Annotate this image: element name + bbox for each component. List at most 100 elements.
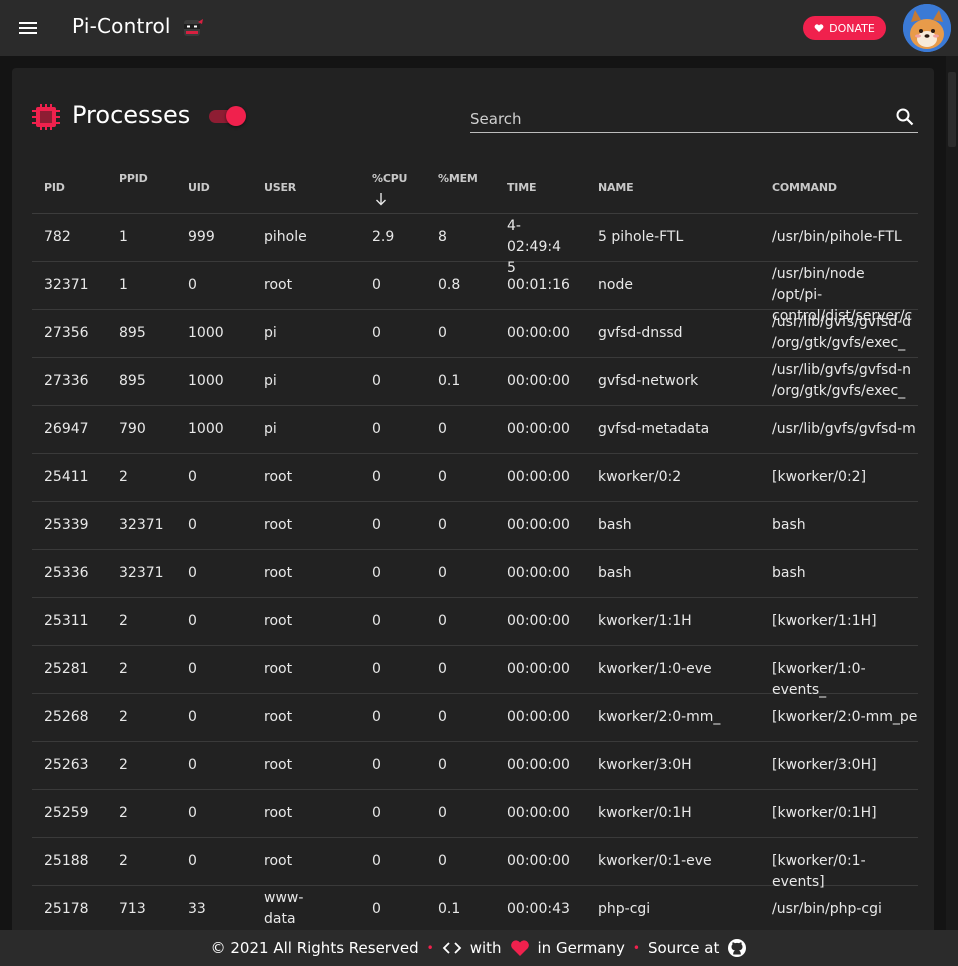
cell-uid: 0 xyxy=(188,565,197,581)
cell-command: [kworker/0:2] xyxy=(772,469,867,485)
cell-time: 00:00:00 xyxy=(507,373,570,389)
cell-cpu: 0 xyxy=(372,277,381,293)
cell-pid: 25259 xyxy=(44,805,89,821)
cell-time: 00:00:43 xyxy=(507,901,570,917)
cell-time: 00:00:00 xyxy=(507,469,570,485)
table-row[interactable]: 25411 2 0 root 0 0 00:00:00 kworker/0:2 [kworker… xyxy=(32,454,918,502)
table-row[interactable]: 25339 32371 0 root 0 0 00:00:00 bash bash xyxy=(32,502,918,550)
cell-pid: 25411 xyxy=(44,469,89,485)
cell-uid: 0 xyxy=(188,757,197,773)
cell-command: [kworker/2:0-mm_pe xyxy=(772,709,918,725)
cell-mem: 0 xyxy=(438,469,447,485)
cell-cpu: 0 xyxy=(372,469,381,485)
dog-avatar[interactable] xyxy=(903,4,951,52)
cell-mem: 0 xyxy=(438,853,447,869)
table-row[interactable]: 26947 790 1000 pi 0 0 00:00:00 gvfsd-metadata/u… xyxy=(32,406,918,454)
column-header-mem[interactable]: %MEM xyxy=(438,172,478,185)
cell-pid: 25178 xyxy=(44,901,89,917)
cell-pid: 32371 xyxy=(44,277,89,293)
donate-button[interactable]: DONATE xyxy=(803,16,886,40)
cell-time: 00:00:00 xyxy=(507,325,570,341)
cell-mem: 0 xyxy=(438,709,447,725)
processes-card: Processes PID PPID UID USER %CPU %MEM TI… xyxy=(12,68,934,938)
code-brackets-icon xyxy=(442,942,461,954)
cell-name: kworker/2:0-mm_ xyxy=(598,709,721,725)
heart-icon xyxy=(814,24,824,32)
cell-ppid: 2 xyxy=(119,757,128,773)
table-row[interactable]: 25263 2 0 root 0 0 00:00:00 kworker/3:0H [kworke… xyxy=(32,742,918,790)
cell-time: 00:01:16 xyxy=(507,277,570,293)
table-row[interactable]: 25311 2 0 root 0 0 00:00:00 kworker/1:1H [kworke… xyxy=(32,598,918,646)
cell-pid: 25263 xyxy=(44,757,89,773)
cell-pid: 25336 xyxy=(44,565,89,581)
table-row[interactable]: 32371 1 0 root 0 0.8 00:01:16 node/usr/bin/node… xyxy=(32,262,918,324)
app-title[interactable]: Pi-Control xyxy=(72,14,171,38)
cell-user: root xyxy=(264,565,293,581)
cell-time: 00:00:00 xyxy=(507,805,570,821)
cell-command: /usr/lib/gvfs/gvfsd-m xyxy=(772,421,916,437)
column-header-command[interactable]: COMMAND xyxy=(772,181,837,194)
cell-mem: 0 xyxy=(438,661,447,677)
column-header-time[interactable]: TIME xyxy=(507,181,536,194)
cell-user: root xyxy=(264,805,293,821)
cell-user: root xyxy=(264,853,293,869)
column-header-pid[interactable]: PID xyxy=(44,181,65,194)
cell-command: /usr/lib/gvfs/gvfsd-d/org/gtk/gvfs/exec_ xyxy=(772,314,912,351)
column-header-name[interactable]: NAME xyxy=(598,181,634,194)
column-header-cpu[interactable]: %CPU xyxy=(372,172,407,185)
cell-cpu: 0 xyxy=(372,613,381,629)
table-row[interactable]: 782 1 999 pihole 2.9 8 4- 02:49:45 5 pihole-FTL /… xyxy=(32,214,918,276)
cell-time: 00:00:00 xyxy=(507,565,570,581)
cell-user: root xyxy=(264,661,293,677)
table-row[interactable]: 25268 2 0 root 0 0 00:00:00 kworker/2:0-mm_ [kwo… xyxy=(32,694,918,742)
cell-user: www-data xyxy=(264,890,304,927)
table-row[interactable]: 27336 895 1000 pi 0 0.1 00:00:00 gvfsd-network /… xyxy=(32,358,918,406)
cell-uid: 0 xyxy=(188,613,197,629)
cell-user: root xyxy=(264,469,293,485)
cell-ppid: 895 xyxy=(119,325,146,341)
cell-time: 00:00:00 xyxy=(507,517,570,533)
github-icon[interactable] xyxy=(727,938,747,958)
table-row[interactable]: 25259 2 0 root 0 0 00:00:00 kworker/0:1H [kworke… xyxy=(32,790,918,838)
cell-ppid: 32371 xyxy=(119,565,164,581)
page-scrollbar-thumb[interactable] xyxy=(948,72,956,147)
source-link-label: Source at xyxy=(647,939,720,957)
column-header-uid[interactable]: UID xyxy=(188,181,210,194)
cell-time: 00:00:00 xyxy=(507,853,570,869)
search-input[interactable] xyxy=(470,108,880,130)
copyright-text: © 2021 All Rights Reserved xyxy=(210,939,419,957)
cell-command: [kworker/3:0H] xyxy=(772,757,877,773)
cell-name: bash xyxy=(598,517,632,533)
table-row[interactable]: 25188 2 0 root 0 0 00:00:00 kworker/0:1-eve [kwo… xyxy=(32,838,918,890)
hamburger-menu-icon[interactable] xyxy=(17,19,39,37)
cell-pid: 25188 xyxy=(44,853,89,869)
source-link[interactable]: Source at xyxy=(648,939,719,957)
table-row[interactable]: 25281 2 0 root 0 0 00:00:00 kworker/1:0-eve [kwo… xyxy=(32,646,918,698)
table-row[interactable]: 25178 713 33 www-data 0 0.1 00:00:43 php-cgi/us… xyxy=(32,886,918,934)
top-app-bar: Pi-Control DONATE xyxy=(0,0,958,56)
cell-mem: 0 xyxy=(438,757,447,773)
column-header-ppid[interactable]: PPID xyxy=(119,172,148,185)
page-scrollbar[interactable] xyxy=(946,56,958,930)
cell-cpu: 0 xyxy=(372,709,381,725)
cell-name: kworker/3:0H xyxy=(598,757,692,773)
cell-uid: 0 xyxy=(188,517,197,533)
column-header-user[interactable]: USER xyxy=(264,181,296,194)
search-icon[interactable] xyxy=(896,108,914,126)
cell-ppid: 713 xyxy=(119,901,146,917)
cell-name: bash xyxy=(598,565,632,581)
auto-refresh-toggle[interactable] xyxy=(209,106,249,126)
sort-descending-arrow-icon[interactable] xyxy=(375,192,387,206)
cell-user: root xyxy=(264,757,293,773)
cell-time: 00:00:00 xyxy=(507,661,570,677)
table-row[interactable]: 25336 32371 0 root 0 0 00:00:00 bash bash xyxy=(32,550,918,598)
cell-ppid: 1 xyxy=(119,229,128,245)
cell-mem: 0 xyxy=(438,517,447,533)
chip-icon xyxy=(32,104,60,130)
cell-time: 00:00:00 xyxy=(507,709,570,725)
cell-ppid: 1 xyxy=(119,277,128,293)
table-row[interactable]: 27356 895 1000 pi 0 0 00:00:00 gvfsd-dnssd/usr/… xyxy=(32,310,918,358)
cell-ppid: 2 xyxy=(119,709,128,725)
cell-ppid: 2 xyxy=(119,469,128,485)
cell-pid: 27356 xyxy=(44,325,89,341)
